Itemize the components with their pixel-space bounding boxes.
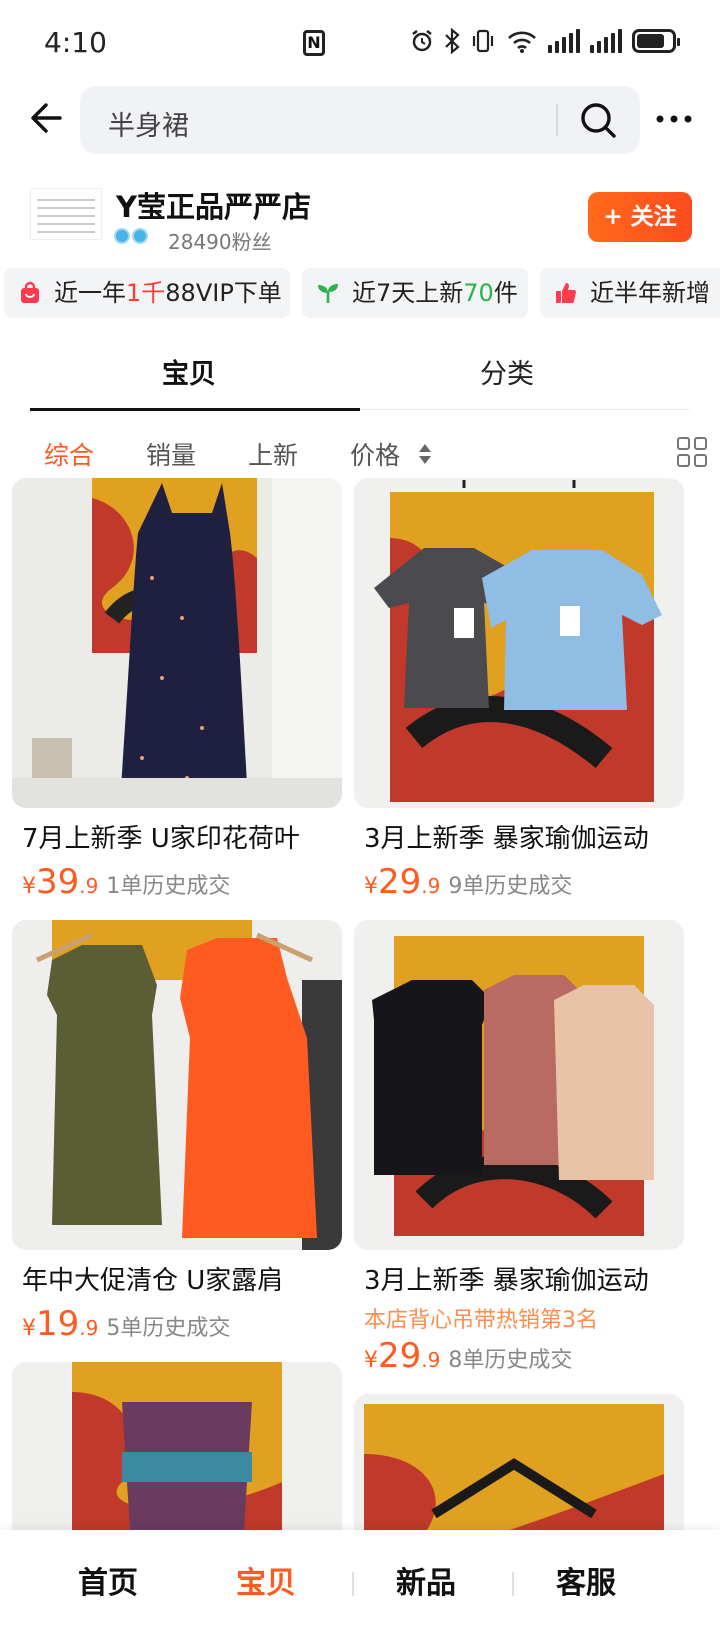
battery-icon: [632, 29, 680, 53]
sold-count: 5单历史成交: [106, 1316, 231, 1341]
wifi-icon: [508, 31, 536, 53]
chip-half-pre: 近半年新增: [590, 279, 710, 307]
nav-items[interactable]: 宝贝: [236, 1558, 296, 1602]
signal-icon: [590, 29, 622, 53]
price-integer: 39: [36, 862, 80, 902]
price-integer: 19: [36, 1304, 80, 1344]
product-photo-3: [12, 920, 342, 1250]
price-integer: 29: [378, 1336, 422, 1376]
shop-level-badge: [114, 228, 148, 244]
nav-divider: [352, 1572, 354, 1596]
nfc-icon: N: [303, 30, 325, 56]
bluetooth-icon: [445, 28, 460, 54]
nav-new[interactable]: 新品: [396, 1558, 456, 1602]
search-input[interactable]: 半身裙: [80, 86, 640, 154]
nav-customer-service[interactable]: 客服: [556, 1558, 616, 1602]
chip-half-year[interactable]: 近半年新增: [540, 268, 720, 318]
status-bar: 4:10 N: [0, 0, 720, 90]
follow-button[interactable]: + 关注: [588, 192, 692, 242]
filter-price[interactable]: 价格: [350, 436, 400, 472]
chip-new-highlight: 70: [463, 279, 494, 307]
price-decimal: .9: [421, 874, 441, 898]
price-decimal: .9: [421, 1348, 441, 1372]
search-divider: [556, 104, 558, 136]
product-image-2[interactable]: [354, 478, 684, 808]
vibrate-icon: [472, 29, 494, 53]
fan-count: 28490粉丝: [168, 230, 272, 254]
price-currency: ¥: [22, 1316, 36, 1341]
shop-name[interactable]: Y莹正品严严店: [116, 184, 311, 226]
sold-count: 1单历史成交: [106, 874, 231, 899]
product-price-2: ¥ 29 .9 9单历史成交: [364, 862, 572, 902]
price-decimal: .9: [79, 874, 99, 898]
sort-arrows-icon: [419, 444, 431, 464]
tab-active-indicator: [30, 408, 360, 411]
chip-vip-highlight: 1千: [126, 279, 166, 307]
chip-new-post: 件: [493, 279, 518, 307]
search-query: 半身裙: [108, 111, 189, 142]
status-icons: [410, 28, 680, 54]
shop-logo[interactable]: [30, 188, 102, 240]
signal-icon: [548, 29, 580, 53]
bottom-nav: 首页 宝贝 新品 客服: [0, 1530, 720, 1625]
price-decimal: .9: [79, 1316, 99, 1340]
shopping-bag-icon: [21, 281, 39, 303]
product-title-1[interactable]: 7月上新季 U家印花荷叶: [22, 818, 352, 855]
price-currency: ¥: [364, 874, 378, 899]
product-price-3: ¥ 19 .9 5单历史成交: [22, 1304, 230, 1344]
price-currency: ¥: [22, 874, 36, 899]
ranking-label[interactable]: 本店背心吊带热销第3名: [364, 1302, 598, 1334]
search-icon[interactable]: [578, 100, 618, 140]
shop-stats-chips: 近一年1千88VIP下单 近7天上新70件 近半年新增: [4, 268, 720, 320]
nav-divider: [512, 1572, 514, 1596]
thumbs-up-icon: [556, 283, 576, 303]
product-price-1: ¥ 39 .9 1单历史成交: [22, 862, 230, 902]
alarm-icon: [412, 30, 432, 52]
price-integer: 29: [378, 862, 422, 902]
product-title-3[interactable]: 年中大促清仓 U家露肩: [22, 1260, 352, 1297]
tab-items[interactable]: 宝贝: [162, 352, 216, 391]
chip-vip-orders[interactable]: 近一年1千88VIP下单: [4, 268, 290, 318]
nav-home[interactable]: 首页: [78, 1558, 138, 1602]
tab-divider: [360, 409, 690, 410]
chip-vip-post: 88VIP下单: [165, 279, 282, 307]
grid-view-icon[interactable]: [676, 436, 708, 468]
chip-new-items[interactable]: 近7天上新70件: [302, 268, 528, 318]
product-photo-1: [12, 478, 342, 808]
product-image-1[interactable]: [12, 478, 342, 808]
product-image-4[interactable]: [354, 920, 684, 1250]
sold-count: 9单历史成交: [448, 874, 573, 899]
sprout-icon: [318, 284, 338, 303]
back-arrow-icon[interactable]: [26, 98, 66, 138]
product-title-4[interactable]: 3月上新季 暴家瑜伽运动: [364, 1260, 694, 1297]
sold-count: 8单历史成交: [448, 1348, 573, 1373]
product-title-2[interactable]: 3月上新季 暴家瑜伽运动: [364, 818, 694, 855]
product-image-3[interactable]: [12, 920, 342, 1250]
tab-categories[interactable]: 分类: [480, 352, 534, 391]
chip-new-pre: 近7天上新: [352, 279, 464, 307]
product-price-4: ¥ 29 .9 8单历史成交: [364, 1336, 572, 1376]
product-photo-2: [354, 478, 684, 808]
filter-new[interactable]: 上新: [248, 436, 298, 472]
product-photo-4: [354, 920, 684, 1250]
filter-sales[interactable]: 销量: [146, 436, 196, 472]
status-time: 4:10: [44, 26, 107, 59]
filter-comprehensive[interactable]: 综合: [44, 436, 94, 472]
chip-vip-pre: 近一年: [54, 279, 126, 307]
more-icon[interactable]: [652, 104, 696, 134]
price-currency: ¥: [364, 1348, 378, 1373]
